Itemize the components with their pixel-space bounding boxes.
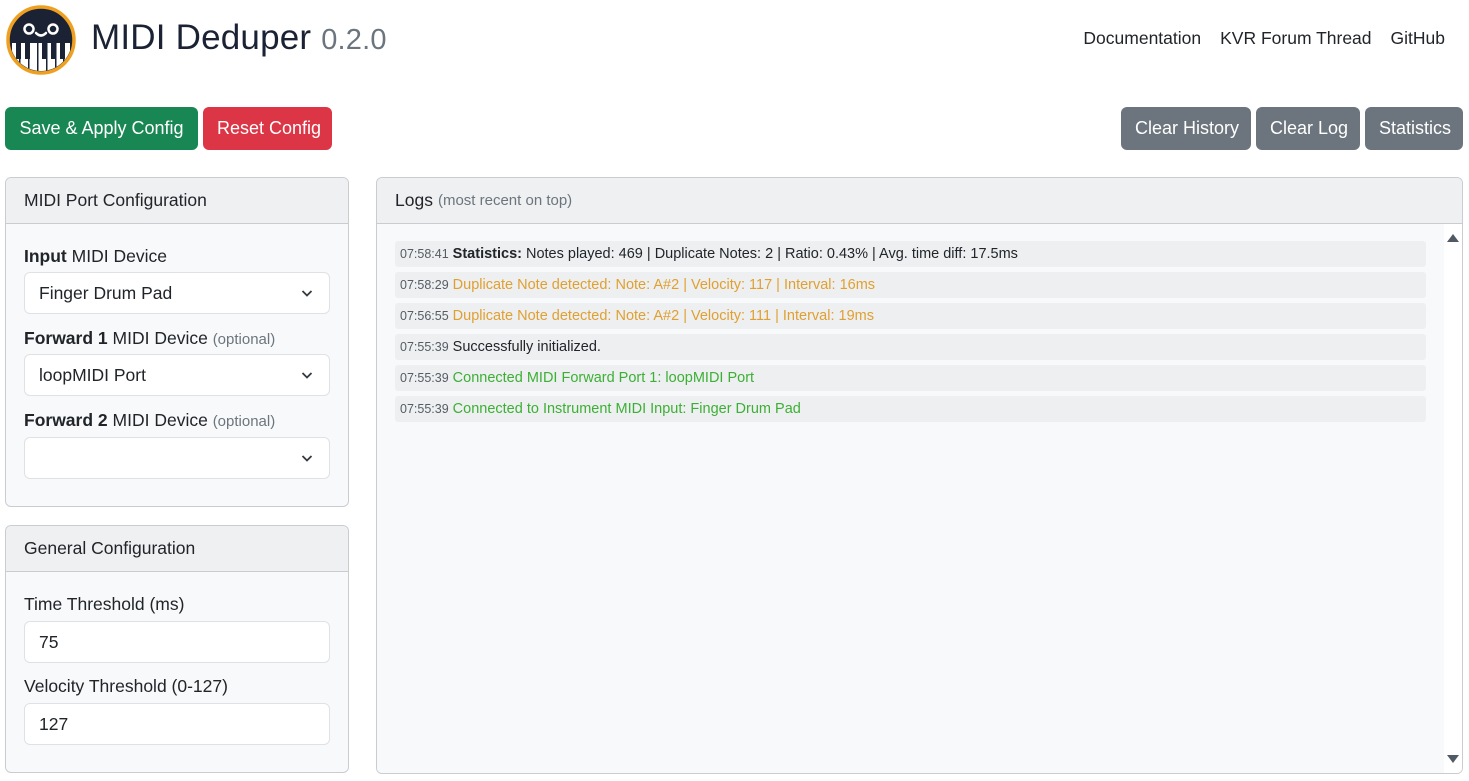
log-message: Connected MIDI Forward Port 1: loopMIDI …: [452, 370, 755, 386]
nav-link-github[interactable]: GitHub: [1391, 28, 1445, 49]
input-device-label: Input MIDI Device: [24, 246, 167, 267]
scroll-up-arrow-icon[interactable]: [1447, 234, 1459, 242]
log-timestamp: 07:58:41: [400, 247, 449, 261]
save-apply-config-button[interactable]: Save & Apply Config: [5, 107, 198, 150]
time-threshold-label: Time Threshold (ms): [24, 594, 185, 614]
chevron-down-icon: [301, 372, 313, 379]
log-list: 07:58:41 Statistics: Notes played: 469 | D…: [395, 241, 1426, 427]
label-text: MIDI Device: [112, 410, 208, 430]
log-timestamp: 07:55:39: [400, 371, 449, 385]
statistics-button[interactable]: Statistics: [1365, 107, 1463, 150]
page-header: MIDI Deduper 0.2.0 Documentation KVR For…: [0, 0, 1469, 85]
log-message: Duplicate Note detected: Note: A#2 | Vel…: [452, 308, 874, 324]
input-value: 75: [39, 631, 59, 652]
label-bold: Forward 2: [24, 410, 108, 430]
app-version: 0.2.0: [321, 24, 387, 56]
log-entry: 07:58:41 Statistics: Notes played: 469 | D…: [395, 241, 1426, 267]
forward1-device-select[interactable]: loopMIDI Port: [24, 354, 330, 396]
log-timestamp: 07:55:39: [400, 402, 449, 416]
clear-log-button[interactable]: Clear Log: [1256, 107, 1360, 150]
log-entry: 07:56:55 Duplicate Note detected: Note: A…: [395, 303, 1426, 329]
card-header: MIDI Port Configuration: [6, 178, 348, 224]
log-message: Connected to Instrument MIDI Input: Fing…: [452, 401, 801, 417]
velocity-threshold-input[interactable]: 127: [24, 703, 330, 745]
input-value: 127: [39, 713, 69, 734]
midi-port-configuration-card: MIDI Port Configuration Input MIDI Devic…: [5, 177, 349, 507]
forward2-device-label: Forward 2 MIDI Device (optional): [24, 410, 275, 431]
general-configuration-card: General Configuration Time Threshold (ms…: [5, 525, 349, 773]
log-entry: 07:55:39 Successfully initialized.: [395, 334, 1426, 360]
reset-config-button[interactable]: Reset Config: [203, 107, 332, 150]
card-title: MIDI Port Configuration: [24, 190, 207, 210]
scroll-down-arrow-icon[interactable]: [1447, 755, 1459, 763]
card-header: General Configuration: [6, 526, 348, 572]
chevron-down-icon: [301, 455, 313, 462]
top-nav: Documentation KVR Forum Thread GitHub: [1083, 28, 1445, 49]
time-threshold-input[interactable]: 75: [24, 621, 330, 663]
label-text: MIDI Device: [112, 328, 208, 348]
app-logo-icon: [6, 5, 76, 75]
card-title: General Configuration: [24, 538, 196, 558]
logs-card: Logs (most recent on top) 07:58:41 Statis…: [376, 177, 1463, 774]
log-entry: 07:55:39 Connected MIDI Forward Port 1: l…: [395, 365, 1426, 391]
velocity-threshold-label: Velocity Threshold (0-127): [24, 676, 228, 696]
log-message: Notes played: 469 | Duplicate Notes: 2 |…: [525, 246, 1018, 262]
log-prefix: Statistics:: [452, 246, 522, 262]
app-name: MIDI Deduper: [91, 18, 312, 57]
optional-hint: (optional): [212, 331, 276, 348]
log-timestamp: 07:55:39: [400, 340, 449, 354]
clear-history-button[interactable]: Clear History: [1121, 107, 1251, 150]
forward1-device-label: Forward 1 MIDI Device (optional): [24, 328, 275, 349]
log-message: Successfully initialized.: [452, 339, 601, 355]
optional-hint: (optional): [212, 413, 276, 430]
log-scrollbar[interactable]: [1444, 224, 1462, 773]
label-bold: Input: [24, 246, 67, 266]
nav-link-kvr-forum-thread[interactable]: KVR Forum Thread: [1220, 28, 1371, 49]
nav-link-documentation[interactable]: Documentation: [1083, 28, 1201, 49]
selected-value: Finger Drum Pad: [39, 282, 173, 303]
label-text: MIDI Device: [71, 246, 167, 266]
log-timestamp: 07:56:55: [400, 309, 449, 323]
input-device-select[interactable]: Finger Drum Pad: [24, 272, 330, 314]
selected-value: loopMIDI Port: [39, 364, 146, 385]
card-header: Logs (most recent on top): [377, 178, 1462, 224]
log-entry: 07:58:29 Duplicate Note detected: Note: A…: [395, 272, 1426, 298]
log-entry: 07:55:39 Connected to Instrument MIDI Inp…: [395, 396, 1426, 422]
label-bold: Forward 1: [24, 328, 108, 348]
forward2-device-select[interactable]: [24, 437, 330, 479]
card-subtitle: (most recent on top): [437, 192, 573, 209]
log-scroll-area[interactable]: 07:58:41 Statistics: Notes played: 469 | D…: [377, 224, 1462, 773]
log-message: Duplicate Note detected: Note: A#2 | Vel…: [452, 277, 876, 293]
card-title: Logs: [395, 190, 433, 210]
chevron-down-icon: [301, 290, 313, 297]
log-timestamp: 07:58:29: [400, 278, 449, 292]
app-title: MIDI Deduper 0.2.0: [91, 18, 387, 58]
